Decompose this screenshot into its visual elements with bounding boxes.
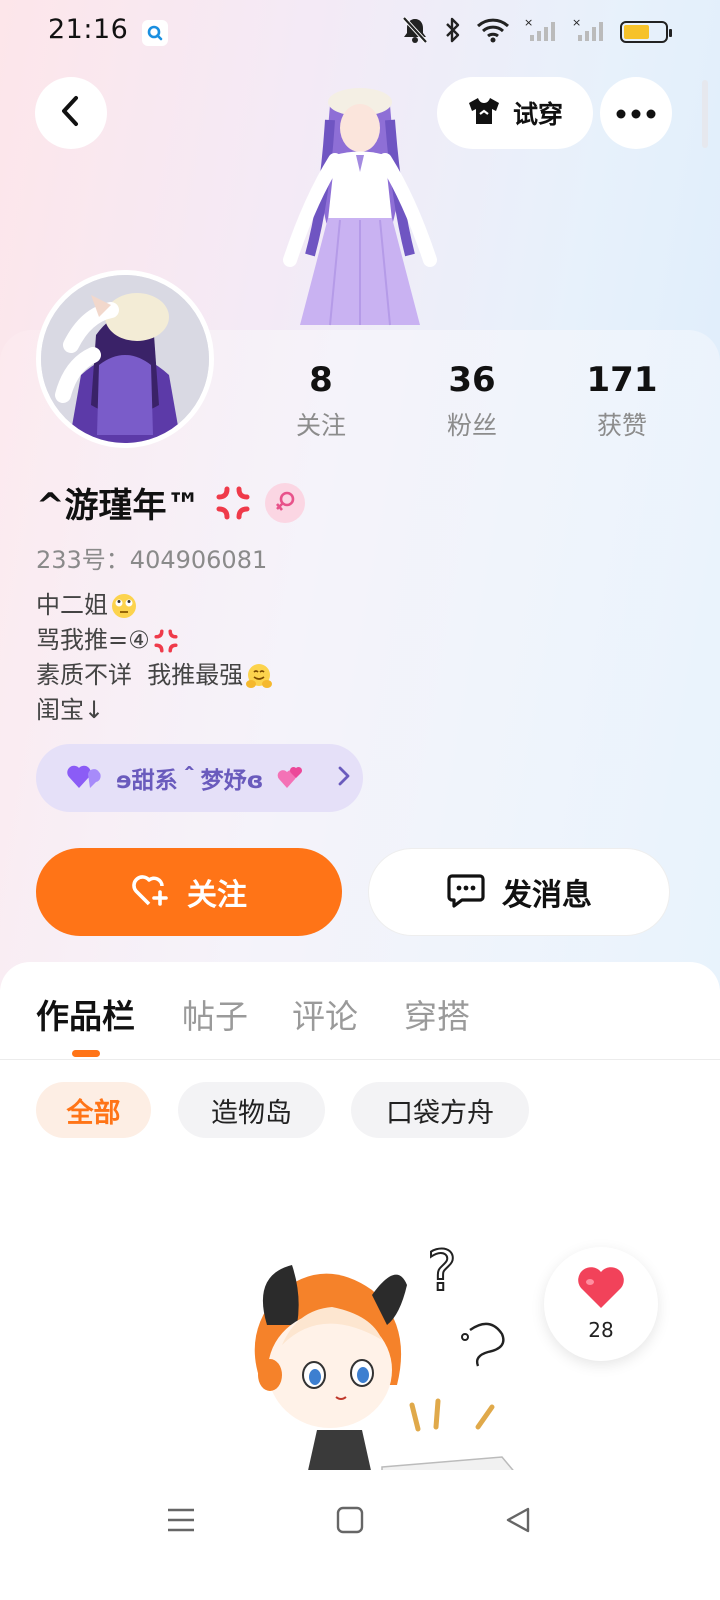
search-app-icon xyxy=(142,20,168,46)
status-bar: 21:16 × × xyxy=(0,0,720,64)
more-options-button[interactable] xyxy=(600,77,672,149)
system-navigation-bar xyxy=(0,1470,720,1600)
svg-text:?: ? xyxy=(427,1239,457,1304)
female-icon xyxy=(264,482,305,523)
heart-plus-icon xyxy=(131,872,171,912)
bio-text: 素质不详 我推最强 xyxy=(36,661,244,689)
profile-avatar[interactable] xyxy=(36,270,214,448)
tab-comments[interactable]: 评论 xyxy=(292,990,358,1038)
bio-line: 中二姐 xyxy=(36,588,273,623)
group-chip[interactable]: ɘ甜系＾梦妤ɞ xyxy=(36,744,363,812)
stat-followers-count: 36 xyxy=(448,360,496,400)
filter-all[interactable]: 全部 xyxy=(36,1082,151,1138)
follow-button[interactable]: 关注 xyxy=(36,848,342,936)
group-chip-label: ɘ甜系＾梦妤ɞ xyxy=(116,768,264,794)
svg-text:×: × xyxy=(572,17,581,29)
chat-bubble-icon xyxy=(446,872,486,912)
tabs-divider xyxy=(0,1059,720,1060)
two-hearts-icon xyxy=(277,764,305,792)
anger-symbol-icon xyxy=(152,627,180,655)
send-message-button[interactable]: 发消息 xyxy=(368,848,670,936)
back-nav-button[interactable] xyxy=(498,1500,538,1540)
like-count: 28 xyxy=(588,1318,614,1342)
anger-symbol-icon xyxy=(213,483,253,523)
scroll-indicator xyxy=(702,80,708,148)
signal-sim1-icon: × xyxy=(524,16,558,47)
stat-followers[interactable]: 36 粉丝 xyxy=(417,360,527,442)
stat-likes-label: 获赞 xyxy=(596,411,647,440)
avatar-character-figure[interactable] xyxy=(270,80,450,330)
try-on-button[interactable]: 试穿 xyxy=(437,77,593,149)
status-time: 21:16 xyxy=(48,14,129,45)
stat-likes[interactable]: 171 获赞 xyxy=(567,360,677,442)
svg-text:×: × xyxy=(524,17,533,29)
heart-icon xyxy=(66,762,102,794)
mute-bell-icon xyxy=(400,16,430,48)
active-tab-indicator xyxy=(72,1050,100,1057)
bio-text: 中二姐 xyxy=(36,591,108,619)
stat-following[interactable]: 8 关注 xyxy=(266,360,376,442)
tab-works[interactable]: 作品栏 xyxy=(36,990,135,1038)
bio-line: 骂我推=④ xyxy=(36,623,273,658)
floating-like-button[interactable]: 28 xyxy=(544,1247,658,1361)
bluetooth-icon xyxy=(444,16,462,48)
eye-roll-emoji-icon xyxy=(110,592,138,620)
back-button[interactable] xyxy=(35,77,107,149)
battery-icon xyxy=(620,21,672,43)
profile-bio: 中二姐 骂我推=④ 素质不详 我推最强 闺宝↓ xyxy=(36,588,273,728)
hugging-face-emoji-icon xyxy=(245,662,273,690)
recent-apps-button[interactable] xyxy=(161,1500,201,1540)
home-button[interactable] xyxy=(330,1500,370,1540)
stat-following-label: 关注 xyxy=(295,411,346,440)
tshirt-icon xyxy=(467,96,501,130)
bio-line: 素质不详 我推最强 xyxy=(36,658,273,693)
chevron-left-icon xyxy=(58,94,84,132)
send-message-label: 发消息 xyxy=(502,878,592,913)
empty-state-mascot-illustration: ? xyxy=(222,1235,522,1476)
filter-creation-island[interactable]: 造物岛 xyxy=(178,1082,325,1138)
username-row: ^游瑾年™ xyxy=(36,478,305,527)
heart-icon xyxy=(576,1266,626,1314)
chevron-right-icon xyxy=(337,765,351,791)
stat-likes-count: 171 xyxy=(586,360,658,400)
username: ^游瑾年™ xyxy=(36,486,201,526)
more-horizontal-icon xyxy=(616,104,656,123)
user-id[interactable]: 233号：404906081 xyxy=(36,540,267,575)
tab-posts[interactable]: 帖子 xyxy=(182,990,248,1038)
bio-text: 闺宝↓ xyxy=(36,696,105,724)
try-on-label: 试穿 xyxy=(512,100,563,129)
bio-line: 闺宝↓ xyxy=(36,693,273,728)
stat-followers-label: 粉丝 xyxy=(446,411,497,440)
wifi-icon xyxy=(476,17,510,47)
status-icons: × × xyxy=(400,16,672,48)
tab-outfits[interactable]: 穿搭 xyxy=(404,990,470,1038)
stat-following-count: 8 xyxy=(309,360,333,400)
bio-text: 骂我推=④ xyxy=(36,626,150,654)
filter-pocket-ark[interactable]: 口袋方舟 xyxy=(351,1082,529,1138)
follow-label: 关注 xyxy=(187,878,247,913)
signal-sim2-icon: × xyxy=(572,16,606,47)
